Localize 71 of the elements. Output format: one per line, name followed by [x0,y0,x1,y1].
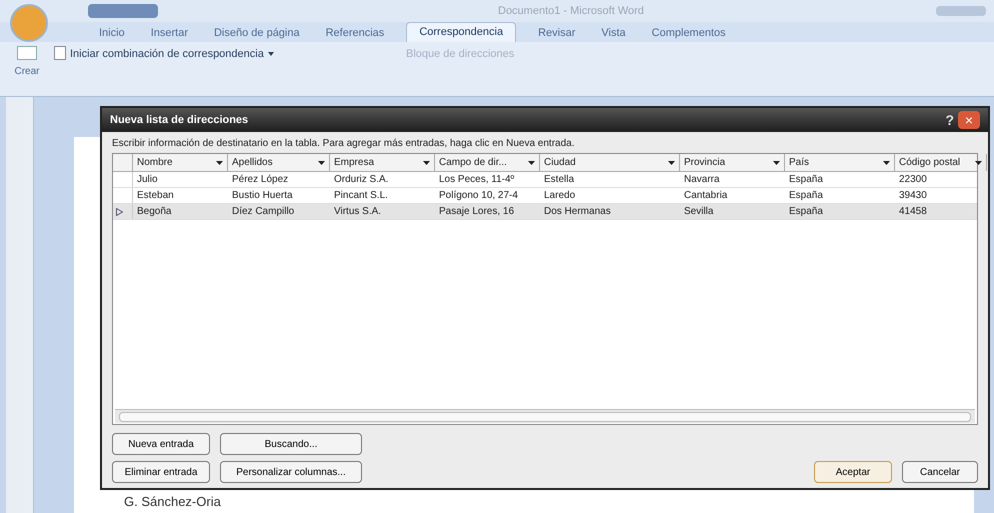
dialog-button[interactable]: Nueva entrada [112,433,210,455]
start-merge-button[interactable]: Iniciar combinación de correspondencia [70,46,274,62]
column-header[interactable]: Apellidos [228,154,330,171]
column-header[interactable]: Provincia [680,154,785,171]
cancel-button[interactable]: Cancelar [902,461,978,483]
close-button[interactable]: × [958,111,980,129]
current-row-icon [116,208,123,216]
dropdown-icon[interactable] [216,160,223,164]
table-cell-text: Laredo [543,189,576,203]
table-cell-text: Navarra [683,173,721,187]
table-cell-text: Polígono 10, 27-4 [438,189,519,203]
column-header[interactable]: País [785,154,895,171]
scroll-thumb[interactable] [119,412,971,422]
table-cell-text: Orduriz S.A. [333,173,390,187]
table-row[interactable]: Esteban Bustio Huerta Pincant S.L. Polígono 10, 27-4 Laredo Cantabria España 39430 [113,188,977,204]
column-header[interactable]: Nombre [133,154,228,171]
ribbon-tab[interactable]: Vista [597,24,630,42]
table-cell-text: 39430 [898,189,928,203]
table-cell-text: 22300 [898,173,928,187]
dialog-button[interactable]: Buscando... [220,433,362,455]
table-row[interactable]: Begoña Díez Campillo Virtus S.A. Pasaje Lores, 16 Dos Hermanas Sevilla España 41458 [113,204,977,220]
dropdown-icon[interactable] [668,160,675,164]
table-cell-text: Díez Campillo [231,205,296,219]
ribbon-tab[interactable]: Revisar [534,24,580,42]
dropdown-icon [268,52,274,56]
column-header[interactable]: Empresa [330,154,435,171]
ribbon-tab[interactable]: Diseño de página [210,24,304,42]
table-row[interactable]: Julio Pérez López Orduriz S.A. Los Peces, 11-4º Estella Navarra España 22300 [113,172,977,188]
create-label[interactable]: Crear [14,64,40,79]
dropdown-icon[interactable] [975,160,982,164]
table-cell-text: Begoña [136,205,172,219]
ok-button[interactable]: Aceptar [814,461,892,483]
table-cell-text: Pérez López [231,173,290,187]
table-cell-text: Sevilla [683,205,714,219]
horizontal-scrollbar[interactable] [115,409,975,423]
window-title: Documento1 - Microsoft Word [498,4,644,19]
table-cell-text: Pasaje Lores, 16 [438,205,516,219]
table-cell-text: Pincant S.L. [333,189,389,203]
row-header[interactable] [113,204,133,219]
column-header[interactable]: Ciudad [540,154,680,171]
table-cell-text: 41458 [898,205,928,219]
table-cell-text: España [788,189,824,203]
ribbon-tab[interactable]: Referencias [322,24,388,42]
instruction-text: Escribir información de destinatario en la tabla. Para agregar más entradas, haga clic en Nueva entrada. [112,137,576,151]
table-cell-text: Bustio Huerta [231,189,294,203]
table-cell-text: Cantabria [683,189,728,203]
column-header[interactable]: Campo de dir... [435,154,540,171]
dialog-button[interactable]: Personalizar columnas... [220,461,362,483]
column-header[interactable]: Código postal [895,154,987,171]
table-cell-text: Virtus S.A. [333,205,382,219]
table-cell-text: Julio [136,173,159,187]
dropdown-icon[interactable] [883,160,890,164]
dialog-button[interactable]: Eliminar entrada [112,461,210,483]
table-cell-text: Esteban [136,189,175,203]
table-cell-text: Dos Hermanas [543,205,612,219]
table-cell-text: España [788,205,824,219]
dropdown-icon[interactable] [318,160,325,164]
help-button[interactable]: ? [941,110,958,130]
ribbon-tab[interactable]: Correspondencia [406,22,516,42]
ribbon-tab[interactable]: Complementos [648,24,730,42]
table-cell-text: España [788,173,824,187]
dialog-title: Nueva lista de direcciones [110,112,248,128]
dropdown-icon[interactable] [773,160,780,164]
dropdown-icon[interactable] [423,160,430,164]
table-cell-text: Los Peces, 11-4º [438,173,516,187]
dropdown-icon[interactable] [528,160,535,164]
ribbon-tab[interactable]: Inicio [95,24,129,42]
table-cell-text: Estella [543,173,576,187]
document-icon [54,46,66,60]
document-text: G. Sánchez-Oria [124,492,221,510]
ribbon-tab[interactable]: Insertar [146,24,192,42]
